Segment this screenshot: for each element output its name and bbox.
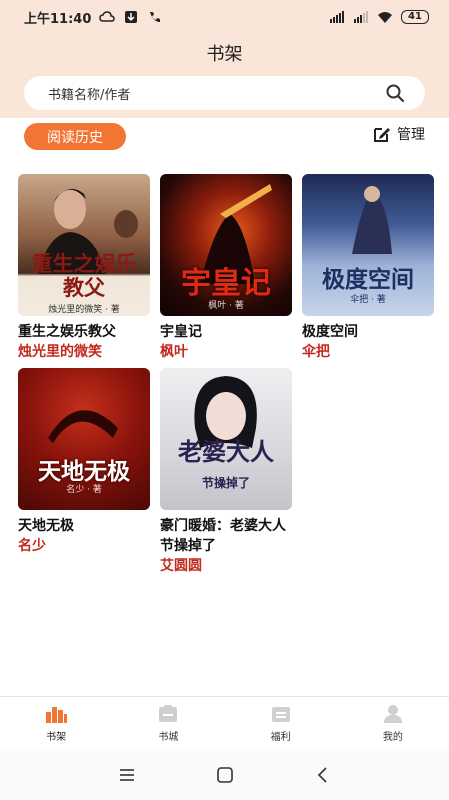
- phone-icon: [150, 12, 161, 22]
- cover-author: 枫叶 · 著: [208, 301, 244, 311]
- book-title: 天地无极: [18, 518, 74, 534]
- cloud-icon: [99, 11, 116, 22]
- search-icon[interactable]: [385, 83, 405, 103]
- cover-author: 烛光里的微笑 · 著: [48, 305, 120, 315]
- book-cover[interactable]: 宇皇记 枫叶 · 著: [160, 174, 292, 316]
- reading-history-button[interactable]: 阅读历史: [24, 123, 126, 150]
- edit-icon: [374, 128, 390, 142]
- cover-title: 极度空间: [322, 267, 414, 293]
- book-cover[interactable]: 老婆大人 节操掉了: [160, 368, 292, 510]
- book-title: 极度空间: [302, 324, 358, 340]
- cover-title: 重生之娱乐教父: [31, 252, 137, 300]
- signal-icon-2: [354, 11, 368, 23]
- bookshelf-icon: [46, 706, 68, 723]
- book-author: 艾圆圆: [160, 558, 202, 574]
- search-placeholder: 书籍名称/作者: [48, 87, 131, 103]
- book-title: 重生之娱乐教父: [18, 324, 116, 340]
- bookstore-icon: [159, 704, 178, 722]
- home-icon[interactable]: [215, 765, 235, 785]
- nav-mine[interactable]: 我的: [337, 697, 449, 749]
- nav-label: 我的: [382, 731, 403, 743]
- status-time: 上午11:40: [24, 11, 92, 27]
- battery-indicator: 41: [401, 10, 429, 24]
- book-item[interactable]: 天地无极 名少 · 著 天地无极 名少: [18, 368, 150, 556]
- book-item[interactable]: 宇皇记 枫叶 · 著 宇皇记 枫叶: [160, 174, 292, 362]
- manage-label: 管理: [397, 127, 425, 143]
- book-cover[interactable]: 极度空间 伞把 · 著: [302, 174, 434, 316]
- book-author: 烛光里的微笑: [18, 344, 102, 360]
- book-title: 豪门暖婚：老婆大人节操掉了: [160, 518, 286, 554]
- book-author: 伞把: [302, 344, 330, 360]
- book-title: 宇皇记: [160, 324, 202, 340]
- nav-label: 书架: [46, 731, 67, 743]
- book-item[interactable]: 重生之娱乐教父 烛光里的微笑 · 著 重生之娱乐教父 烛光里的微笑: [18, 174, 150, 362]
- download-icon: [125, 11, 138, 23]
- nav-bookstore[interactable]: 书城: [112, 697, 224, 749]
- cover-author: 伞把 · 著: [350, 295, 386, 305]
- nav-welfare[interactable]: 福利: [225, 697, 337, 749]
- book-author: 名少: [18, 538, 46, 554]
- search-input[interactable]: 书籍名称/作者: [24, 76, 425, 110]
- book-author: 枫叶: [160, 344, 188, 360]
- book-cover[interactable]: 重生之娱乐教父 烛光里的微笑 · 著: [18, 174, 150, 316]
- gift-icon: [271, 706, 290, 722]
- nav-bookshelf[interactable]: 书架: [0, 697, 112, 749]
- menu-icon[interactable]: [117, 765, 137, 785]
- manage-button[interactable]: 管理: [373, 124, 425, 144]
- back-icon[interactable]: [313, 765, 333, 785]
- nav-label: 福利: [270, 731, 291, 743]
- status-bar: 上午11:40 41: [0, 0, 449, 34]
- nav-label: 书城: [158, 731, 179, 743]
- wifi-icon: [378, 12, 392, 23]
- signal-icon: [330, 11, 344, 23]
- cover-author: 名少 · 著: [66, 485, 102, 495]
- profile-icon: [383, 704, 402, 723]
- book-item[interactable]: 极度空间 伞把 · 著 极度空间 伞把: [302, 174, 434, 362]
- system-navigation-bar: [0, 749, 449, 800]
- book-item[interactable]: 老婆大人 节操掉了 豪门暖婚：老婆大人节操掉了 艾圆圆: [160, 368, 292, 576]
- cover-title: 天地无极: [38, 459, 130, 485]
- cover-title: 宇皇记: [181, 266, 271, 301]
- book-cover[interactable]: 天地无极 名少 · 著: [18, 368, 150, 510]
- cover-author: 节操掉了: [201, 476, 250, 490]
- page-title: 书架: [206, 44, 243, 65]
- bottom-nav: 书架 书城 福利 我的: [0, 696, 449, 749]
- cover-title: 老婆大人: [178, 438, 274, 466]
